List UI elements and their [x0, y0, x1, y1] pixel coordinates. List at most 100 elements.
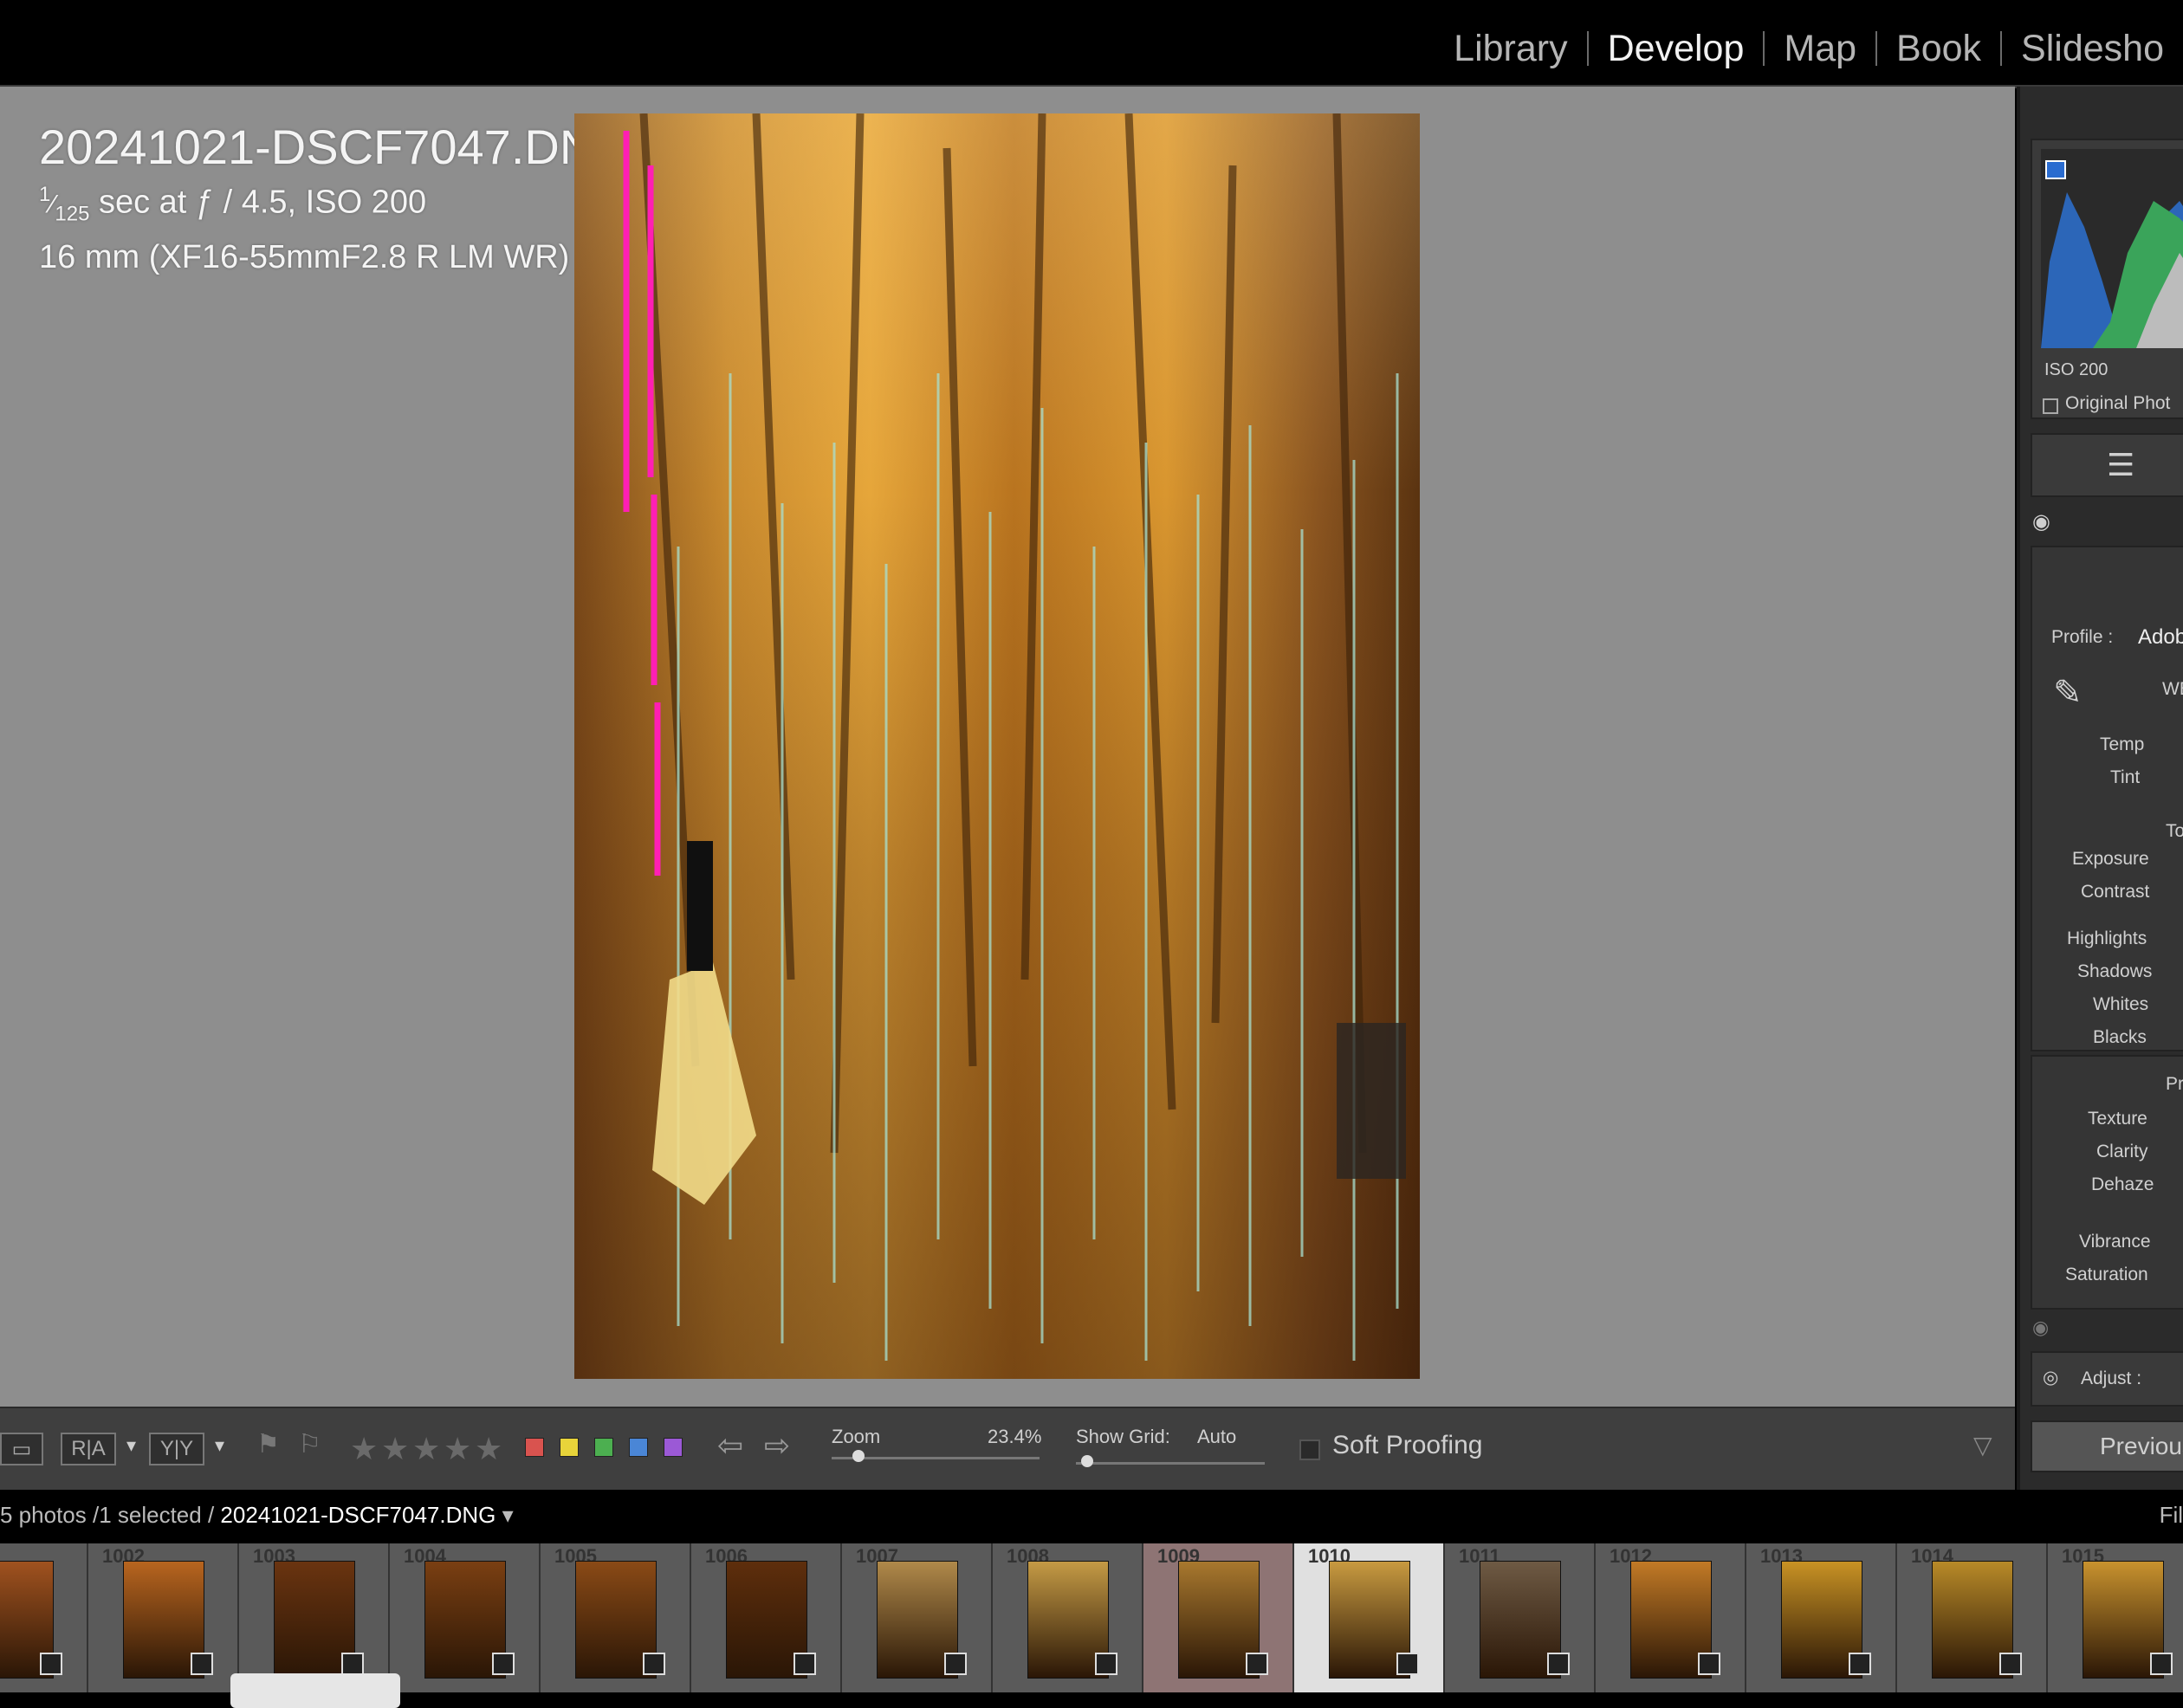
- filmstrip-thumbnail[interactable]: 1002: [88, 1543, 239, 1692]
- color-label-green[interactable]: [594, 1438, 613, 1457]
- shutter-numerator: 1: [39, 183, 51, 206]
- filmstrip-thumbnail[interactable]: 1013: [1746, 1543, 1897, 1692]
- next-photo-arrow-icon[interactable]: ⇨: [764, 1427, 790, 1464]
- photo-lens: 16 mm (XF16-55mmF2.8 R LM WR): [39, 239, 570, 276]
- filmstrip-thumbnail[interactable]: 1011: [1445, 1543, 1596, 1692]
- histogram-panel: ISO 200 Original Phot: [2031, 139, 2183, 419]
- filmstrip-thumbnail[interactable]: 1012: [1596, 1543, 1746, 1692]
- module-book[interactable]: Book: [1877, 28, 2000, 70]
- develop-badge-icon: [1698, 1653, 1720, 1675]
- photo-exposure: 1⁄125 sec at ƒ / 4.5, ISO 200: [39, 183, 427, 226]
- develop-badge-icon: [341, 1653, 364, 1675]
- module-map[interactable]: Map: [1765, 28, 1875, 70]
- photo-info-overlay: 20241021-DSCF7047.DNG 1⁄125 sec at ƒ / 4…: [39, 121, 632, 279]
- flag-icon[interactable]: ⚑: [256, 1429, 280, 1459]
- yy-dropdown-icon[interactable]: ▾: [215, 1434, 224, 1457]
- shutter-denominator: 125: [55, 202, 90, 226]
- photo-filename: 20241021-DSCF7047.DNG: [39, 120, 632, 174]
- color-label-purple[interactable]: [664, 1438, 683, 1457]
- filmstrip-thumbnail[interactable]: 1007: [842, 1543, 993, 1692]
- original-photo-label: Original Phot: [2065, 393, 2171, 413]
- filmstrip-breadcrumb[interactable]: 5 photos /1 selected / 20241021-DSCF7047…: [0, 1502, 514, 1529]
- star-icon[interactable]: ★: [350, 1431, 378, 1467]
- develop-badge-icon: [2150, 1653, 2173, 1675]
- tint-label: Tint: [2110, 767, 2141, 787]
- previous-photo-arrow-icon[interactable]: ⇦: [717, 1427, 743, 1464]
- develop-badge-icon: [1547, 1653, 1570, 1675]
- color-label-red[interactable]: [525, 1438, 544, 1457]
- filmstrip-thumbnail[interactable]: 1015: [2048, 1543, 2183, 1692]
- histogram-graph[interactable]: [2041, 149, 2183, 348]
- before-after-dropdown-icon[interactable]: ▾: [126, 1434, 136, 1457]
- filmstrip-thumbnail[interactable]: 1004: [390, 1543, 541, 1692]
- filmstrip-thumbnail[interactable]: 1006: [691, 1543, 842, 1692]
- show-grid-label: Show Grid:: [1076, 1426, 1170, 1447]
- grid-slider-thumb[interactable]: [1081, 1455, 1093, 1467]
- before-after-lr-button[interactable]: R|A: [61, 1433, 116, 1465]
- star-icon[interactable]: ★: [381, 1431, 409, 1467]
- shadows-label: Shadows: [2077, 961, 2153, 981]
- toolbar-options-chevron-icon[interactable]: ▽: [1973, 1431, 1992, 1459]
- before-after-yy-button[interactable]: Y|Y: [149, 1433, 204, 1465]
- edit-tool-strip: ☰: [2031, 433, 2183, 497]
- filter-label[interactable]: Fil: [2160, 1502, 2183, 1529]
- star-icon[interactable]: ★: [412, 1431, 440, 1467]
- eye-icon-dim[interactable]: ◉: [2032, 1317, 2049, 1339]
- presence-panel: Pr Texture Clarity Dehaze Vibrance Satur…: [2031, 1055, 2183, 1310]
- grid-slider[interactable]: [1076, 1462, 1265, 1465]
- develop-badge-icon: [1849, 1653, 1871, 1675]
- zoom-value: 23.4%: [988, 1426, 1042, 1447]
- develop-badge-icon: [1396, 1653, 1419, 1675]
- filmstrip-thumbnail[interactable]: 1003: [239, 1543, 390, 1692]
- module-library[interactable]: Library: [1435, 28, 1586, 70]
- dehaze-label: Dehaze: [2091, 1174, 2154, 1194]
- adjust-bar: ◎ Adjust :: [2031, 1351, 2183, 1407]
- filmstrip-count: 5 photos /1 selected /: [0, 1502, 215, 1528]
- filmstrip-thumbnail[interactable]: 1008: [993, 1543, 1143, 1692]
- star-icon[interactable]: ★: [475, 1431, 502, 1467]
- show-grid-value[interactable]: Auto: [1197, 1426, 1236, 1448]
- right-develop-panel: ISO 200 Original Phot ☰ ◉ Profile : Adob…: [2017, 87, 2183, 1490]
- edit-sliders-icon[interactable]: ☰: [2107, 447, 2134, 483]
- filmstrip-thumbnail[interactable]: 1005: [541, 1543, 691, 1692]
- reject-flag-icon[interactable]: ⚐: [298, 1429, 321, 1459]
- main-photo[interactable]: [574, 113, 1420, 1379]
- module-develop[interactable]: Develop: [1589, 28, 1764, 70]
- color-label-yellow[interactable]: [560, 1438, 579, 1457]
- original-photo-checkbox[interactable]: [2043, 398, 2058, 414]
- previous-button[interactable]: Previous: [2031, 1420, 2183, 1472]
- target-icon[interactable]: ◎: [2043, 1367, 2058, 1388]
- adjust-label: Adjust :: [2081, 1368, 2142, 1388]
- zoom-slider-thumb[interactable]: [852, 1450, 865, 1462]
- star-icon[interactable]: ★: [444, 1431, 471, 1467]
- soft-proofing-label: Soft Proofing: [1332, 1431, 1483, 1459]
- exposure-details: sec at ƒ / 4.5, ISO 200: [98, 184, 427, 221]
- profile-value[interactable]: Adob: [2138, 625, 2183, 650]
- develop-toolbar: ▭ R|A ▾ Y|Y ▾ ⚑ ⚐ ★ ★ ★ ★ ★ ⇦ ⇨ Zoom 23.…: [0, 1407, 2015, 1491]
- tooltip: [230, 1673, 400, 1708]
- previous-button-label: Previous: [2100, 1433, 2183, 1459]
- develop-badge-icon: [492, 1653, 515, 1675]
- color-label-blue[interactable]: [629, 1438, 648, 1457]
- blacks-label: Blacks: [2093, 1027, 2147, 1047]
- filmstrip-thumbnail[interactable]: [0, 1543, 88, 1692]
- develop-badge-icon: [40, 1653, 62, 1675]
- filmstrip-thumbnail[interactable]: 1010: [1294, 1543, 1445, 1692]
- highlights-label: Highlights: [2067, 928, 2147, 948]
- develop-badge-icon: [643, 1653, 665, 1675]
- basic-panel: Profile : Adob ✎ WB Temp Tint To Exposur…: [2031, 546, 2183, 1051]
- loupe-view-button[interactable]: ▭: [0, 1433, 43, 1465]
- eyedropper-icon[interactable]: ✎: [2053, 673, 2083, 713]
- module-slideshow[interactable]: Slidesho: [2002, 28, 2183, 70]
- photo-glitch-overlay: [623, 113, 1406, 1361]
- eye-icon[interactable]: ◉: [2032, 509, 2050, 534]
- soft-proofing-checkbox[interactable]: [1299, 1440, 1320, 1460]
- temp-label: Temp: [2100, 734, 2145, 754]
- zoom-label: Zoom: [832, 1426, 881, 1447]
- contrast-label: Contrast: [2081, 882, 2150, 902]
- presence-label: Pr: [2166, 1074, 2183, 1094]
- module-nav: Library Develop Map Book Slidesho: [1435, 23, 2183, 74]
- filmstrip-thumbnail[interactable]: 1014: [1897, 1543, 2048, 1692]
- filmstrip-thumbnail[interactable]: 1009: [1143, 1543, 1294, 1692]
- saturation-label: Saturation: [2065, 1265, 2148, 1284]
